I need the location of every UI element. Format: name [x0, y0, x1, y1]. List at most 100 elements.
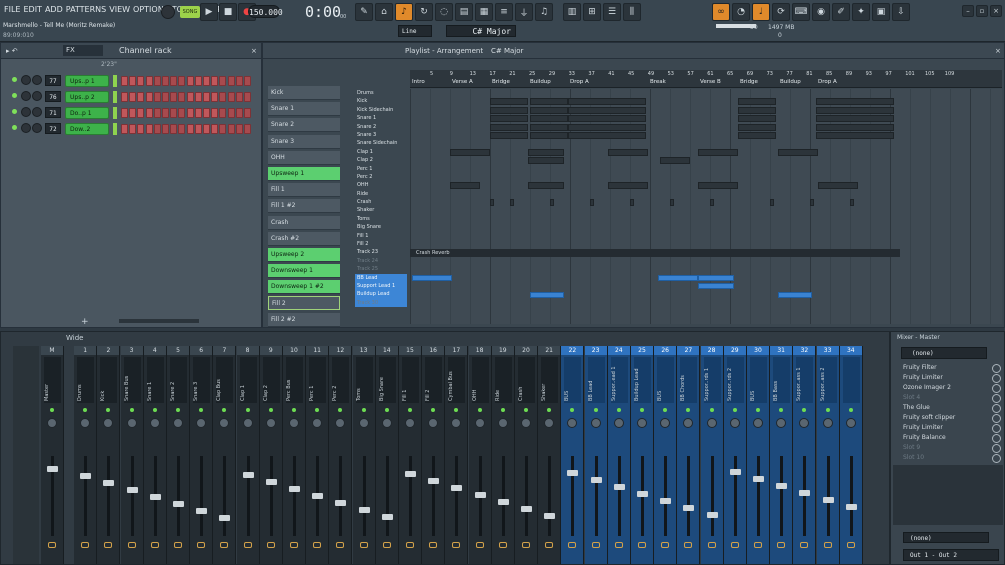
track-header[interactable]: Clap 1 [355, 148, 407, 156]
draw-tool-icon[interactable]: ✎ [355, 3, 373, 21]
mixer-strip-name[interactable]: Master [44, 357, 61, 403]
mixer-strip[interactable]: 27 BB Chords [677, 346, 701, 564]
pattern-clip[interactable] [568, 98, 646, 106]
step-button[interactable] [170, 92, 178, 102]
pattern-clip[interactable] [510, 199, 514, 207]
step-button[interactable] [170, 124, 178, 134]
track-header[interactable]: Fill 1 [355, 232, 407, 240]
pattern-clip[interactable] [698, 148, 738, 156]
step-button[interactable] [129, 108, 137, 118]
step-button[interactable] [227, 124, 235, 134]
mixer-send-arrow[interactable] [243, 542, 252, 548]
mixer-send-arrow[interactable] [48, 542, 56, 548]
link-icon[interactable]: ∞ [712, 3, 730, 21]
mixer-strip[interactable]: 24 Suppor..ead 1 [607, 346, 631, 564]
maximize-icon[interactable]: ▫ [976, 5, 988, 17]
mixer-fader-cap[interactable] [196, 508, 208, 514]
mixer-strip[interactable]: 12 Perc 2 [329, 346, 353, 564]
section-marker[interactable]: Verse A [452, 79, 473, 85]
pattern-clip[interactable] [530, 123, 568, 131]
mixer-enable-led[interactable] [732, 408, 737, 412]
mixer-strip-name[interactable]: Kick [100, 357, 118, 403]
mixer-enable-led[interactable] [408, 408, 412, 412]
pattern-clip[interactable] [816, 98, 894, 106]
mixer-fader-cap[interactable] [47, 466, 58, 472]
wait-icon[interactable]: ◔ [732, 3, 750, 21]
mixer-send-arrow[interactable] [197, 542, 206, 548]
pattern-picker-item[interactable]: Fill 2 [268, 296, 340, 311]
mixer-fader-cap[interactable] [312, 493, 324, 499]
piano-view-icon[interactable]: ⊞ [583, 3, 601, 21]
mixer-pan-knob[interactable] [567, 418, 578, 428]
mixer-strip-name[interactable]: Ride [494, 357, 512, 403]
mixer-fader-cap[interactable] [497, 499, 509, 505]
step-button[interactable] [227, 92, 235, 102]
mixer-pan-knob[interactable] [706, 418, 717, 428]
step-button[interactable] [203, 108, 210, 118]
paint-tool-icon[interactable]: ⌂ [375, 3, 393, 21]
mixer-enable-led[interactable] [779, 408, 784, 412]
track-header[interactable]: Track 30 [355, 298, 407, 308]
mixer-pan-knob[interactable] [544, 418, 555, 428]
step-button[interactable] [211, 92, 219, 102]
mixer-pan-knob[interactable] [381, 418, 392, 428]
mixer-pan-knob[interactable] [335, 418, 346, 428]
track-header[interactable]: Support Lead 1 [355, 281, 407, 291]
mixer-strip[interactable]: 22 BUS [561, 346, 585, 564]
mixer-send-arrow[interactable] [800, 542, 809, 548]
track-header[interactable]: Clap 2 [355, 156, 407, 164]
mixer-send-arrow[interactable] [522, 542, 530, 548]
step-button[interactable] [219, 76, 227, 86]
channel-rack-view-icon[interactable]: ▥ [563, 3, 581, 21]
pattern-clip[interactable] [850, 199, 854, 207]
mixer-enable-led[interactable] [616, 408, 621, 412]
audio-clip[interactable] [778, 291, 812, 298]
mixer-strip[interactable]: 10 Perc Bus [283, 346, 306, 564]
mixer-strip[interactable]: 3 Snare Bus [120, 346, 144, 564]
mixer-fader-cap[interactable] [80, 473, 92, 479]
mixer-fader-cap[interactable] [265, 479, 277, 485]
pattern-clip[interactable] [810, 199, 814, 207]
mixer-strip-name[interactable]: BB Lead [587, 357, 605, 403]
mixer-fader-cap[interactable] [149, 494, 161, 500]
channel-name-button[interactable]: Do..p 1 [65, 107, 109, 119]
mixer-strip[interactable]: 29 Suppor..rds 2 [723, 346, 747, 564]
pattern-clip[interactable] [530, 115, 568, 123]
mixer-fader-cap[interactable] [822, 497, 834, 503]
mixer-strip-name[interactable]: Snare 2 [170, 357, 187, 403]
effect-slot[interactable]: Ozone Imager 2 [893, 383, 1005, 393]
track-header[interactable]: Kick Sidechain [355, 106, 407, 114]
plugin-icon[interactable]: ⏚ [515, 3, 533, 21]
mixer-fader-cap[interactable] [242, 472, 254, 478]
mixer-send-arrow[interactable] [150, 542, 159, 548]
metronome-icon[interactable]: ♩ [752, 3, 770, 21]
mixer-strip-name[interactable] [842, 357, 860, 403]
step-button[interactable] [186, 76, 194, 86]
mixer-icon[interactable]: ≡ [495, 3, 513, 21]
mixer-pan-knob[interactable] [173, 418, 183, 428]
effect-slot[interactable]: Slot 9 [893, 443, 1005, 453]
mixer-send-arrow[interactable] [475, 542, 484, 548]
step-button[interactable] [178, 76, 186, 86]
playlist-grid[interactable]: Crash Reverb [410, 89, 1002, 324]
pattern-clip[interactable] [816, 106, 894, 114]
track-header[interactable]: Toms [355, 215, 407, 223]
pattern-clip[interactable] [528, 182, 564, 190]
mixer-fader-cap[interactable] [706, 512, 718, 518]
channel-mute-led[interactable] [12, 77, 17, 82]
mixer-fader-cap[interactable] [637, 491, 648, 497]
pattern-clip[interactable] [528, 157, 564, 165]
pattern-picker-item[interactable]: Snare 1 [268, 102, 340, 117]
menu-item-patterns[interactable]: PATTERNS [66, 5, 106, 14]
step-button[interactable] [170, 76, 178, 86]
pattern-clip[interactable] [490, 132, 528, 139]
mixer-strip[interactable]: 2 Kick [97, 346, 121, 564]
channel-volume-knob[interactable] [32, 91, 42, 101]
section-marker[interactable]: Buildup [530, 79, 551, 85]
mixer-fader-cap[interactable] [289, 486, 300, 492]
mixer-fader-cap[interactable] [358, 507, 370, 513]
snap-select[interactable]: Line [398, 25, 432, 37]
mixer-strip[interactable]: 18 OHH [468, 346, 492, 564]
loop-record-icon[interactable]: ◉ [812, 3, 830, 21]
pattern-picker-item[interactable]: Kick [268, 86, 340, 100]
